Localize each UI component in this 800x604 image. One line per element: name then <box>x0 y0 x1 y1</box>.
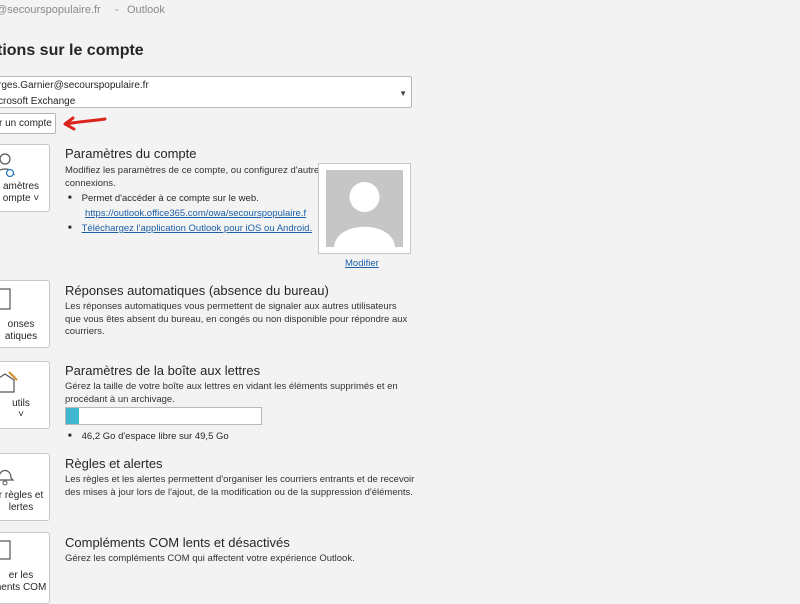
mailbox-settings-description: Gérez la taille de votre boîte aux lettr… <box>65 381 398 405</box>
title-bar: @secourspopulaire.fr - Outlook <box>0 0 800 20</box>
account-type: crosoft Exchange <box>0 96 76 107</box>
auto-replies-heading: Réponses automatiques (absence du bureau… <box>65 283 329 298</box>
tile-label-line1: amètres <box>2 181 40 192</box>
window-separator: - <box>115 4 119 16</box>
rules-heading: Règles et alertes <box>65 456 163 471</box>
tools-tile[interactable]: utils ˅ <box>0 361 50 429</box>
person-gear-icon <box>0 153 15 177</box>
tile-label-line2: lertes <box>8 502 34 513</box>
com-addins-heading: Compléments COM lents et désactivés <box>65 535 290 550</box>
app-download-link[interactable]: Téléchargez l'application Outlook pour i… <box>82 223 312 234</box>
tile-label-line2: ˅ <box>18 409 24 420</box>
mailbox-quota-text: 46,2 Go d'espace libre sur 49,5 Go <box>68 431 229 442</box>
bell-gear-icon <box>0 469 15 486</box>
tile-label-line1: onses <box>7 319 35 330</box>
account-select[interactable]: rges.Garnier@secourspopulaire.fr crosoft… <box>0 76 412 108</box>
mailbox-quota-fill <box>66 408 80 424</box>
mailbox-settings-heading: Paramètres de la boîte aux lettres <box>65 363 261 378</box>
add-account-button[interactable]: r un compte <box>0 113 56 134</box>
com-addins-description: Gérez les compléments COM qui affectent … <box>65 553 355 564</box>
account-settings-tile[interactable]: amètres ompte ˅ <box>0 144 50 212</box>
rules-tile[interactable]: r règles et lertes <box>0 453 50 521</box>
app-download-bullet: Téléchargez l'application Outlook pour i… <box>68 223 312 234</box>
tile-label-line1: er les <box>8 570 34 581</box>
com-addins-tile[interactable]: er les nents COM <box>0 532 50 604</box>
owa-link[interactable]: https://outlook.office365.com/owa/secour… <box>85 208 306 219</box>
document-gear-icon <box>0 540 11 560</box>
mailbox-quota-bar <box>65 407 262 425</box>
rules-description: Les règles et les alertes permettent d'o… <box>65 474 415 498</box>
mailbox-tools-icon <box>0 371 18 393</box>
window-account: @secourspopulaire.fr <box>0 4 101 16</box>
calendar-icon <box>0 288 11 310</box>
account-settings-description: Modifiez les paramètres de ce compte, ou… <box>65 165 324 189</box>
web-access-bullet: Permet d'accéder à ce compte sur le web. <box>68 193 259 204</box>
modify-photo-link[interactable]: Modifier <box>345 258 379 269</box>
tile-label-line1: r règles et <box>0 490 44 501</box>
page-title: tions sur le compte <box>0 42 144 59</box>
account-settings-heading: Paramètres du compte <box>65 146 197 161</box>
default-avatar-icon <box>334 182 395 247</box>
tile-label-line2: atiques <box>4 331 38 342</box>
auto-replies-description: Les réponses automatiques vous permetten… <box>65 301 408 337</box>
tile-label-line2: ompte ˅ <box>2 193 40 204</box>
red-arrow-annotation <box>63 116 107 131</box>
window-app-name: Outlook <box>127 4 165 16</box>
account-email: rges.Garnier@secourspopulaire.fr <box>0 80 149 91</box>
profile-photo <box>318 163 411 254</box>
tile-label-line2: nents COM <box>0 582 47 593</box>
auto-replies-tile[interactable]: onses atiques <box>0 280 50 348</box>
chevron-down-icon: ▼ <box>399 89 407 98</box>
